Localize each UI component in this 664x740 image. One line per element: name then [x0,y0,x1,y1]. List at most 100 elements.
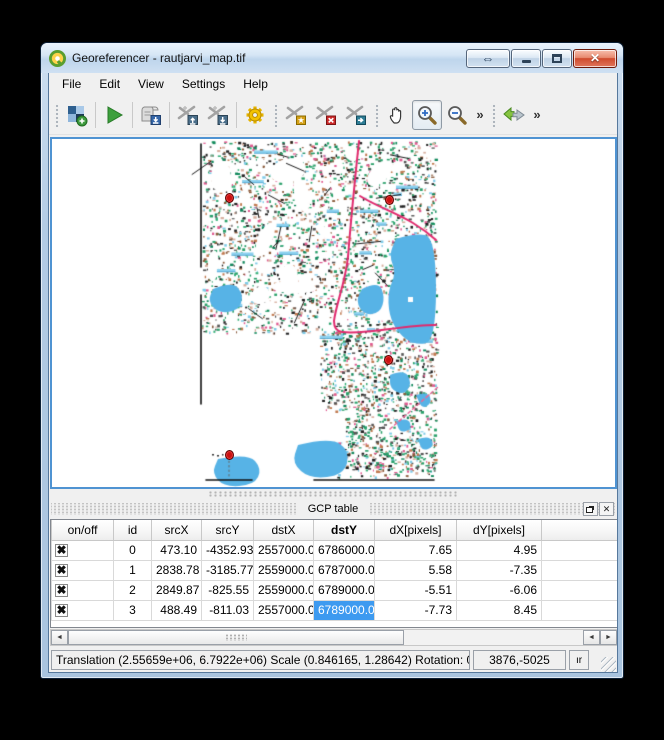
cell-extra[interactable] [542,600,618,620]
window-resize-grip[interactable] [601,657,616,672]
gcp-marker-2[interactable] [384,355,393,365]
toolbar-separator [169,102,170,128]
cell-srcy[interactable]: -825.55 [202,580,254,600]
cell-srcx[interactable]: 2838.78 [152,560,202,580]
svg-text:★: ★ [297,115,305,125]
gcp-marker-0[interactable] [225,193,234,203]
cell-dsty[interactable]: 6787000.00 [314,560,375,580]
menu-file[interactable]: File [53,74,90,94]
col-header-id[interactable]: id [114,520,152,540]
scroll-left-button[interactable]: ◄ [51,630,68,645]
cell-dstx[interactable]: 2559000.00 [254,580,314,600]
toolbar-grip[interactable] [54,103,59,127]
cell-srcy[interactable]: -811.03 [202,600,254,620]
col-header-srcy[interactable]: srcY [202,520,254,540]
gcp-enabled-checkbox[interactable]: ✖ [52,600,114,620]
toolbar-separator [236,102,237,128]
menu-view[interactable]: View [129,74,173,94]
zoom-to-layer-button[interactable] [499,100,529,130]
cell-id[interactable]: 0 [114,540,152,560]
cell-dx[interactable]: 7.65 [375,540,457,560]
map-canvas[interactable] [50,137,617,489]
cell-srcx[interactable]: 2849.87 [152,580,202,600]
toolbar-grip[interactable] [491,103,496,127]
add-point-button[interactable]: ★ [281,100,311,130]
dock-splitter-handle[interactable] [49,489,617,499]
cell-dx[interactable]: -5.51 [375,580,457,600]
col-header-dstx[interactable]: dstX [254,520,314,540]
toolbar: ★ [49,95,617,135]
minimize-button[interactable] [511,49,541,68]
scroll-left-button-2[interactable]: ◄ [583,630,600,645]
zoom-out-tool-button[interactable] [442,100,472,130]
cell-extra[interactable] [542,580,618,600]
gdal-script-button[interactable] [136,100,166,130]
toolbar-grip[interactable] [374,103,379,127]
menu-edit[interactable]: Edit [90,74,129,94]
toolbar-grip[interactable] [273,103,278,127]
cell-srcy[interactable]: -3185.77 [202,560,254,580]
toolbar-separator [95,102,96,128]
cell-dsty[interactable]: 6786000.00 [314,540,375,560]
col-header-srcx[interactable]: srcX [152,520,202,540]
dock-close-button[interactable]: ✕ [599,502,614,516]
gcp-table-dock-titlebar[interactable]: GCP table ✕ [49,499,617,519]
gcp-marker-1[interactable] [385,195,394,205]
cell-srcx[interactable]: 473.10 [152,540,202,560]
save-gcp-icon [206,103,230,127]
move-point-button[interactable] [341,100,371,130]
delete-point-button[interactable] [311,100,341,130]
load-gcp-points-button[interactable] [173,100,203,130]
cell-dstx[interactable]: 2557000.00 [254,540,314,560]
cell-dy[interactable]: 4.95 [457,540,542,560]
zoom-in-tool-button[interactable] [412,100,442,130]
cell-dstx[interactable]: 2557000.00 [254,600,314,620]
toolbar-overflow-button[interactable]: » [472,107,488,122]
cell-id[interactable]: 1 [114,560,152,580]
open-raster-button[interactable] [62,100,92,130]
gcp-marker-3[interactable] [225,450,234,460]
col-header-dy[interactable]: dY[pixels] [457,520,542,540]
maximize-button[interactable] [542,49,572,68]
close-button[interactable]: ✕ [573,49,617,68]
gcp-enabled-checkbox[interactable]: ✖ [52,580,114,600]
cell-dx[interactable]: 5.58 [375,560,457,580]
scrollbar-thumb[interactable] [68,630,404,645]
col-header-dx[interactable]: dX[pixels] [375,520,457,540]
cell-dsty-selected[interactable]: 6789000.00 [314,600,375,620]
gcp-enabled-checkbox[interactable]: ✖ [52,540,114,560]
add-point-icon: ★ [284,103,308,127]
col-header-dsty[interactable]: dstY [314,520,375,540]
cell-srcy[interactable]: -4352.93 [202,540,254,560]
cell-extra[interactable] [542,560,618,580]
cell-id[interactable]: 2 [114,580,152,600]
play-icon [102,103,126,127]
menu-settings[interactable]: Settings [173,74,234,94]
save-gcp-points-button[interactable] [203,100,233,130]
scrollbar-track[interactable] [404,630,583,645]
scroll-right-button[interactable]: ► [600,630,617,645]
delete-point-icon [314,103,338,127]
title-bar[interactable]: Georeferencer - rautjarvi_map.tif ⇔ ✕ [41,43,623,73]
start-georeferencing-button[interactable] [99,100,129,130]
cell-dstx[interactable]: 2559000.00 [254,560,314,580]
dock-float-button[interactable] [583,502,598,516]
cell-dsty[interactable]: 6789000.00 [314,580,375,600]
cell-dy[interactable]: -6.06 [457,580,542,600]
cell-srcx[interactable]: 488.49 [152,600,202,620]
cell-dx[interactable]: -7.73 [375,600,457,620]
toolbar-overflow-button-2[interactable]: » [529,107,545,122]
cell-dy[interactable]: 8.45 [457,600,542,620]
gcp-enabled-checkbox[interactable]: ✖ [52,560,114,580]
status-extra-field: ır [569,650,589,670]
pan-tool-button[interactable] [382,100,412,130]
transformation-settings-button[interactable] [240,100,270,130]
table-row: ✖ 0 473.10 -4352.93 2557000.00 6786000.0… [52,540,618,560]
table-row: ✖ 1 2838.78 -3185.77 2559000.00 6787000.… [52,560,618,580]
menu-help[interactable]: Help [234,74,277,94]
col-header-onoff[interactable]: on/off [52,520,114,540]
resize-window-button[interactable]: ⇔ [466,49,510,68]
cell-id[interactable]: 3 [114,600,152,620]
cell-dy[interactable]: -7.35 [457,560,542,580]
cell-extra[interactable] [542,540,618,560]
